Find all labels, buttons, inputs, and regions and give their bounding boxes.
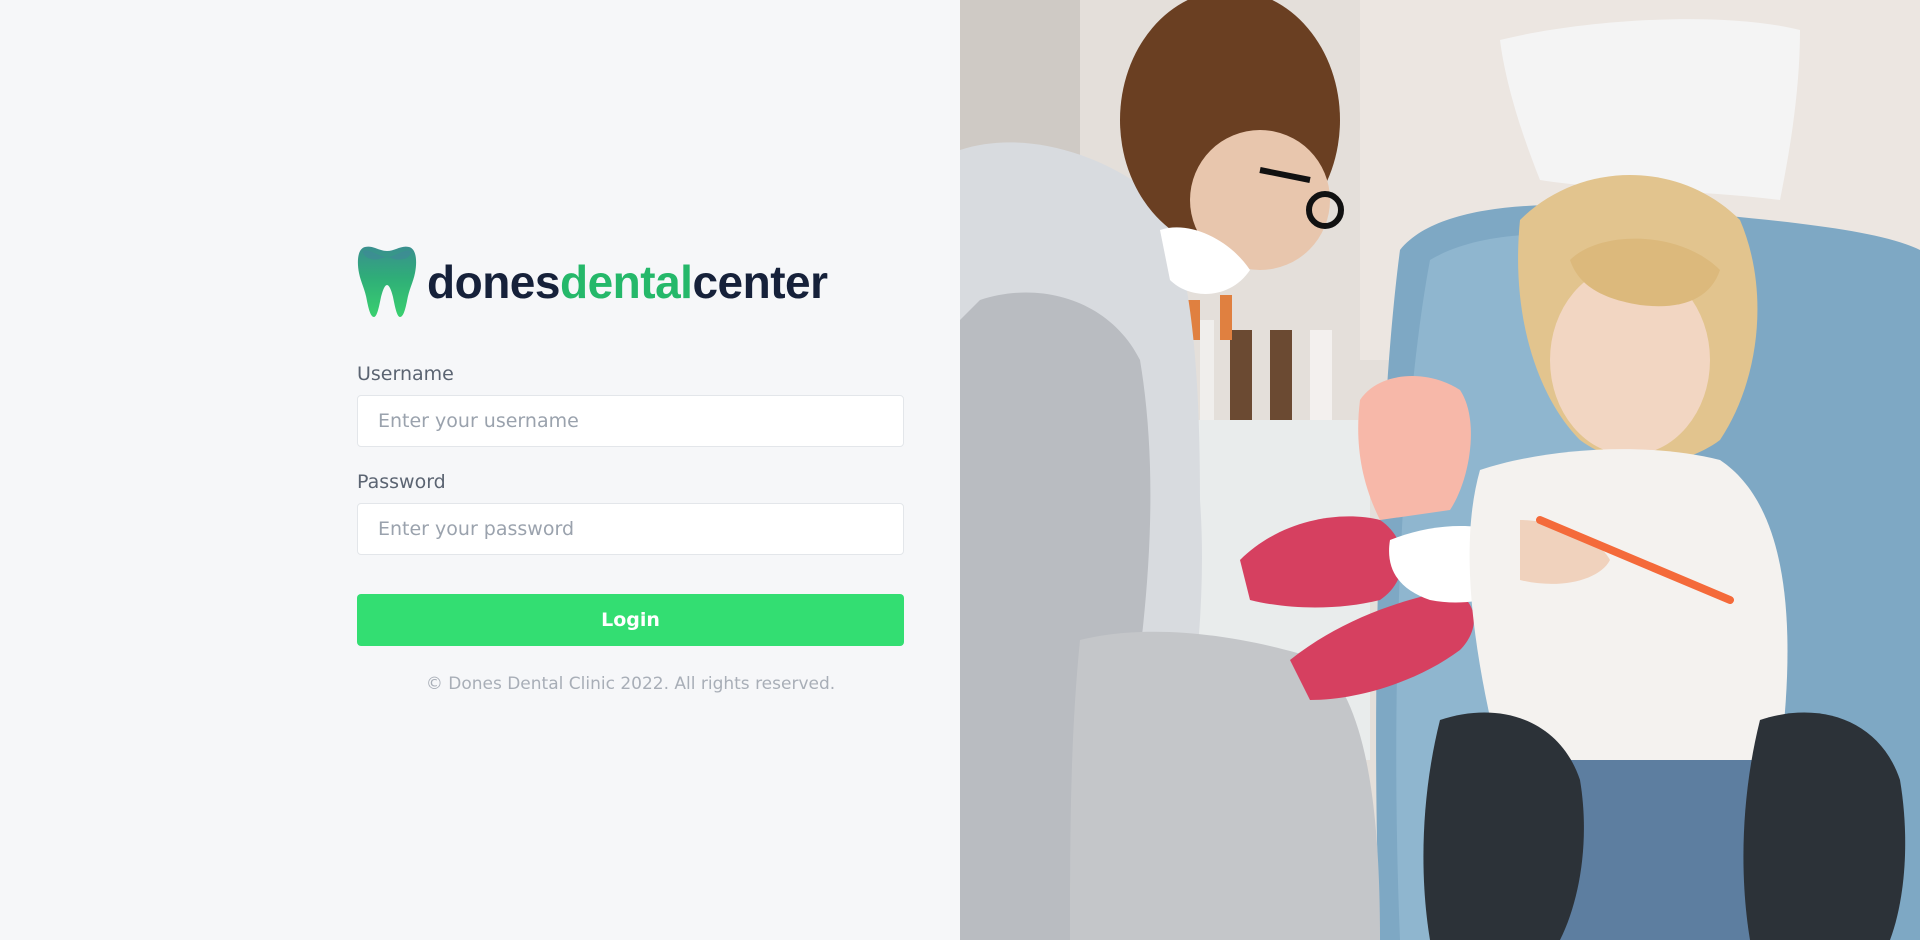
login-form: donesdentalcenter Username Password Logi… xyxy=(357,245,904,694)
copyright-text: © Dones Dental Clinic 2022. All rights r… xyxy=(425,674,836,694)
brand-name-part2: dental xyxy=(559,256,693,308)
hero-image xyxy=(960,0,1920,940)
brand-name-part1: dones xyxy=(427,256,560,308)
username-input[interactable] xyxy=(357,395,904,447)
login-button[interactable]: Login xyxy=(357,594,904,646)
dentist-photo xyxy=(960,0,1920,940)
brand-name: dones dental center xyxy=(427,259,828,305)
username-label: Username xyxy=(357,363,454,385)
password-input[interactable] xyxy=(357,503,904,555)
login-pane: donesdentalcenter Username Password Logi… xyxy=(0,0,960,940)
tooth-icon xyxy=(357,246,417,317)
brand-logo: dones dental center xyxy=(357,245,904,319)
brand-name-part3: center xyxy=(692,256,828,308)
password-label: Password xyxy=(357,471,446,493)
